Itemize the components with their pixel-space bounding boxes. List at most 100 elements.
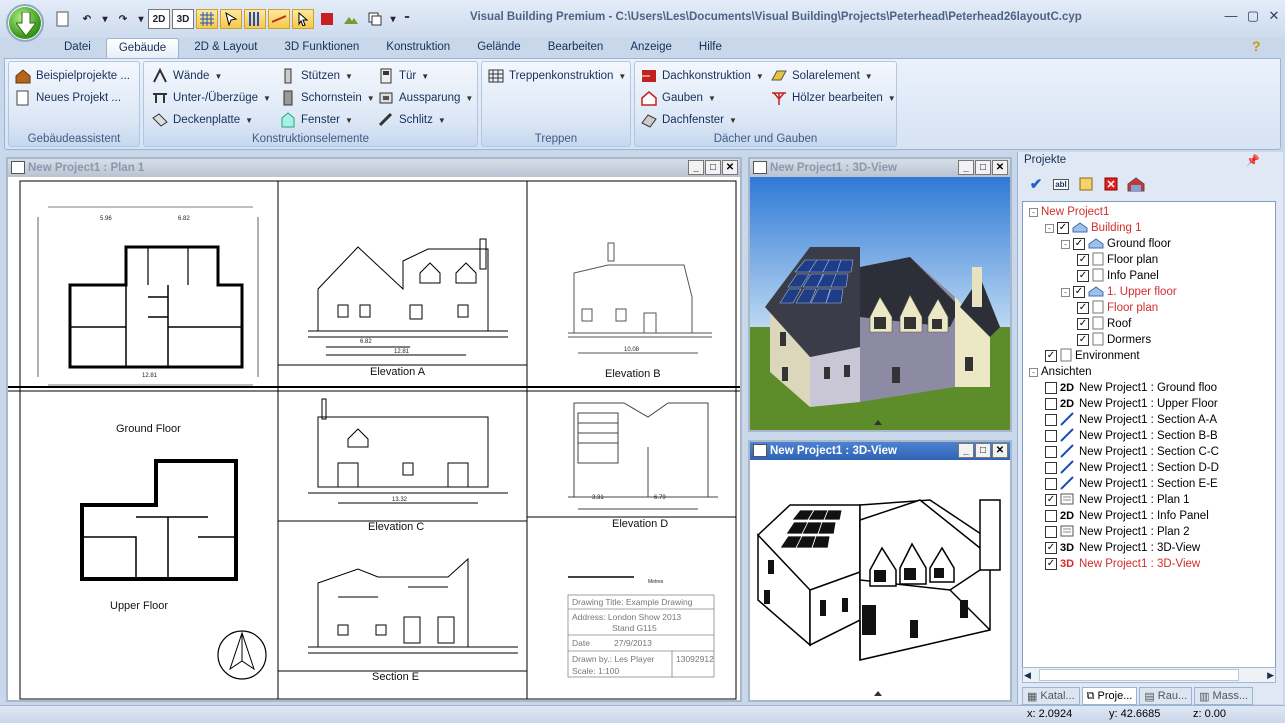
visibility-checkbox[interactable] <box>1045 430 1057 442</box>
visibility-checkbox[interactable]: ✓ <box>1077 254 1089 266</box>
redo-dropdown-icon[interactable]: ▾ <box>136 9 146 29</box>
tab-hilfe[interactable]: Hilfe <box>687 38 734 59</box>
close-button[interactable]: ✕ <box>992 160 1008 175</box>
tab-datei[interactable]: Datei <box>52 38 103 59</box>
tab-gebaeude[interactable]: Gebäude <box>105 38 180 59</box>
visibility-checkbox[interactable]: ✓ <box>1045 350 1057 362</box>
solar-element-button[interactable]: Solarelement ▼ <box>771 66 873 86</box>
tree-item[interactable]: ✓ Environment <box>1045 348 1140 364</box>
scroll-right-icon[interactable]: ▶ <box>1267 670 1274 681</box>
tree-item[interactable]: New Project1 : Section C-C <box>1045 443 1219 460</box>
columns-button[interactable]: Stützen ▼ <box>280 66 353 86</box>
help-icon[interactable]: ? <box>1252 38 1261 54</box>
visibility-checkbox[interactable]: ✓ <box>1077 302 1089 314</box>
copy-window-icon[interactable] <box>364 9 386 29</box>
tree-item[interactable]: ✓ Dormers <box>1077 332 1151 348</box>
terrain-icon[interactable] <box>340 9 362 29</box>
walls-button[interactable]: Wände ▼ <box>152 66 222 86</box>
tree-item[interactable]: ✓ New Project1 : Plan 1 <box>1045 492 1190 508</box>
check-icon[interactable]: ✔ <box>1026 174 1046 194</box>
edit-timbers-button[interactable]: Hölzer bearbeiten ▼ <box>771 88 896 108</box>
tree-item[interactable]: ✓ 3D New Project1 : 3D-View <box>1045 556 1200 572</box>
tree-item[interactable]: New Project1 : Plan 2 <box>1045 524 1190 540</box>
tree-item[interactable]: New Project1 : Section E-E <box>1045 475 1218 492</box>
plan-window[interactable]: New Project1 : Plan 1 _ □ ✕ Ground Floor… <box>6 157 742 702</box>
measure-icon[interactable] <box>268 9 290 29</box>
tab-projekte[interactable]: ⧉ Proje... <box>1081 687 1138 705</box>
select-snap-icon[interactable] <box>220 9 242 29</box>
rename-icon[interactable]: abl <box>1051 174 1071 194</box>
visibility-checkbox[interactable]: ✓ <box>1077 334 1089 346</box>
close-button[interactable]: ✕ <box>992 443 1008 458</box>
collapse-toggle-icon[interactable]: - <box>1029 207 1038 217</box>
stair-construction-button[interactable]: Treppenkonstruktion ▼ <box>488 66 626 86</box>
tree-item[interactable]: 2D New Project1 : Upper Floor <box>1045 396 1218 412</box>
undo-dropdown-icon[interactable]: ▾ <box>100 9 110 29</box>
roof-window-button[interactable]: Dachfenster ▼ <box>641 110 737 130</box>
tree-item[interactable]: ✓ Floor plan <box>1077 252 1158 268</box>
view-3d-button[interactable]: 3D <box>172 9 194 29</box>
visibility-checkbox[interactable] <box>1045 398 1057 410</box>
tab-massen[interactable]: ▥ Mass... <box>1194 687 1253 705</box>
visibility-checkbox[interactable] <box>1045 414 1057 426</box>
chimney-button[interactable]: Schornstein ▼ <box>280 88 375 108</box>
tree-item[interactable]: ✓ Roof <box>1077 316 1131 332</box>
collapse-toggle-icon[interactable]: - <box>1045 223 1054 233</box>
visibility-checkbox[interactable] <box>1045 478 1057 490</box>
building-icon[interactable] <box>1126 174 1146 194</box>
windows-button[interactable]: Fenster ▼ <box>280 110 353 130</box>
tree-item[interactable]: 2D New Project1 : Ground floo <box>1045 380 1217 396</box>
close-button[interactable]: ✕ <box>1263 8 1285 26</box>
minimize-button[interactable]: _ <box>688 160 704 175</box>
tree-item[interactable]: ✓ Floor plan <box>1077 300 1158 316</box>
slot-button[interactable]: Schlitz ▼ <box>378 110 446 130</box>
3d-view-window-rendered[interactable]: New Project1 : 3D-View _ □ ✕ <box>748 157 1012 432</box>
tree-item[interactable]: - Ansichten <box>1029 364 1092 380</box>
tree-horizontal-scrollbar[interactable]: ◀ ▶ <box>1022 667 1276 683</box>
new-document-icon[interactable] <box>52 9 74 29</box>
minimize-button[interactable]: _ <box>958 160 974 175</box>
visibility-checkbox[interactable] <box>1045 446 1057 458</box>
maximize-button[interactable]: □ <box>975 160 991 175</box>
close-button[interactable]: ✕ <box>722 160 738 175</box>
visibility-checkbox[interactable]: ✓ <box>1077 270 1089 282</box>
visibility-checkbox[interactable]: ✓ <box>1077 318 1089 330</box>
plan-window-titlebar[interactable]: New Project1 : Plan 1 _ □ ✕ <box>8 159 740 177</box>
3d-view-titlebar[interactable]: New Project1 : 3D-View _ □ ✕ <box>750 159 1010 177</box>
tree-item[interactable]: - ✓ 1. Upper floor <box>1061 284 1177 300</box>
new-project-button[interactable]: Neues Projekt ... <box>15 88 121 108</box>
application-menu-button[interactable] <box>6 4 44 42</box>
roof-construction-button[interactable]: Dachkonstruktion ▼ <box>641 66 764 86</box>
copy-dropdown-icon[interactable]: ▾ <box>388 9 398 29</box>
minimize-button[interactable]: — <box>1220 8 1242 26</box>
visibility-checkbox[interactable] <box>1045 462 1057 474</box>
customize-qat-icon[interactable]: ⁼ <box>400 9 414 29</box>
dormers-button[interactable]: Gauben ▼ <box>641 88 716 108</box>
redo-icon[interactable]: ↷ <box>112 9 134 29</box>
maximize-button[interactable]: □ <box>705 160 721 175</box>
tree-item[interactable]: New Project1 : Section A-A <box>1045 411 1217 428</box>
visibility-checkbox[interactable] <box>1045 526 1057 538</box>
tab-3d-funktionen[interactable]: 3D Funktionen <box>272 38 371 59</box>
tab-raeume[interactable]: ▤ Rau... <box>1139 687 1193 705</box>
maximize-button[interactable]: ▢ <box>1242 8 1264 26</box>
tree-item[interactable]: ✓ 3D New Project1 : 3D-View <box>1045 540 1200 556</box>
tree-item[interactable]: 2D New Project1 : Info Panel <box>1045 508 1209 524</box>
red-flag-icon[interactable] <box>316 9 338 29</box>
tree-item[interactable]: - ✓ Building 1 <box>1045 220 1142 236</box>
tree-item[interactable]: New Project1 : Section D-D <box>1045 459 1219 476</box>
3d-view-titlebar-active[interactable]: New Project1 : 3D-View _ □ ✕ <box>750 442 1010 460</box>
scroll-left-icon[interactable]: ◀ <box>1024 670 1031 681</box>
visibility-checkbox[interactable]: ✓ <box>1073 238 1085 250</box>
wireframe-house-view[interactable] <box>750 460 1010 700</box>
visibility-checkbox[interactable]: ✓ <box>1045 542 1057 554</box>
visibility-checkbox[interactable]: ✓ <box>1057 222 1069 234</box>
tab-gelaende[interactable]: Gelände <box>465 38 532 59</box>
tab-katalog[interactable]: ▦ Katal... <box>1022 687 1080 705</box>
tab-bearbeiten[interactable]: Bearbeiten <box>536 38 616 59</box>
pointer-icon[interactable] <box>292 9 314 29</box>
door-button[interactable]: Tür ▼ <box>378 66 429 86</box>
scroll-thumb[interactable] <box>1039 669 1239 681</box>
maximize-button[interactable]: □ <box>975 443 991 458</box>
ceiling-slab-button[interactable]: Deckenplatte ▼ <box>152 110 253 130</box>
